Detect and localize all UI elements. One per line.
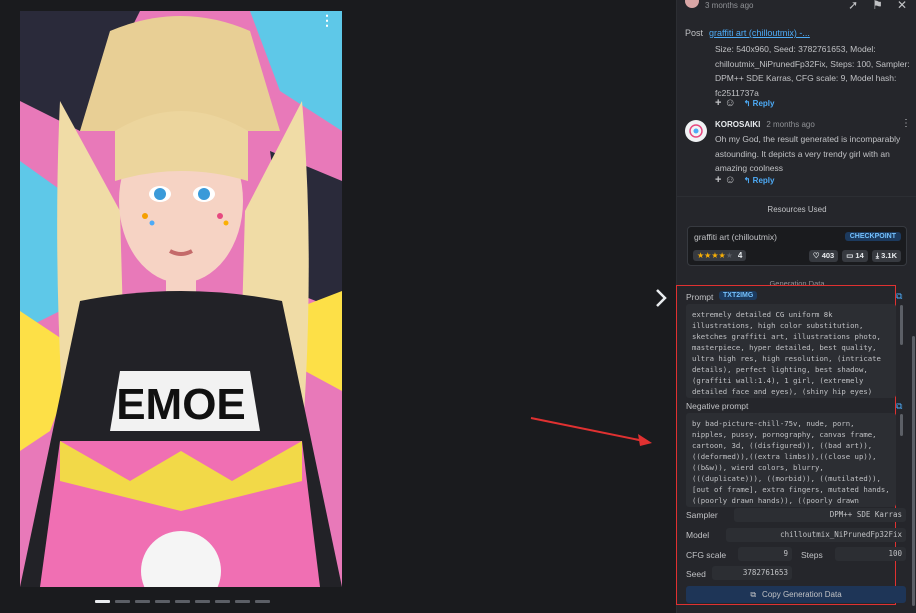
red-annotation-arrow (530, 417, 652, 446)
rating-badge: ★★★★★ 4 (693, 250, 747, 261)
pagination-dot[interactable] (235, 600, 250, 603)
comment-actions: + ☺ ↰ Reply (715, 97, 774, 109)
likes-badge: ♡ 403 (808, 250, 839, 262)
negative-prompt-label: Negative prompt (686, 401, 749, 411)
pagination-dot[interactable] (195, 600, 210, 603)
downloads-badge: ⤓ 3.1K (871, 250, 901, 262)
post-label: Post (685, 28, 704, 38)
txt2img-badge: TXT2IMG (719, 291, 758, 300)
panel-scrollbar[interactable] (912, 336, 915, 606)
post-link[interactable]: graffiti art (chilloutmix) -... (709, 28, 810, 38)
image-viewer: EMOE ⋮ (0, 0, 676, 613)
seed-value: 3782761653 (712, 566, 792, 580)
divider (677, 196, 916, 197)
comment-menu-icon[interactable]: ⋮ (901, 118, 911, 129)
copy-button-label: Copy Generation Data (762, 590, 842, 599)
add-reaction-button[interactable]: + ☺ (715, 97, 736, 109)
resources-title: Resources Used (767, 205, 827, 214)
generated-image[interactable]: EMOE ⋮ (20, 11, 342, 587)
post-time: 3 months ago (705, 1, 754, 10)
copy-negative-icon[interactable]: ⧉ (896, 401, 902, 412)
pagination-dot[interactable] (115, 600, 130, 603)
resource-name[interactable]: graffiti art (chilloutmix) (694, 232, 777, 242)
steps-label: Steps (801, 550, 823, 560)
avatar[interactable] (685, 120, 707, 142)
close-icon[interactable]: ✕ (897, 0, 907, 12)
seed-label: Seed (686, 569, 706, 579)
checkpoint-badge: CHECKPOINT (844, 232, 901, 241)
comment-text: Oh my God, the result generated is incom… (715, 134, 901, 173)
star-rating: ★★★★★ (697, 251, 733, 260)
post-row: Post graffiti art (chilloutmix) -... (685, 28, 810, 38)
copy-prompt-icon[interactable]: ⧉ (896, 291, 902, 302)
prompt-label: Prompt (686, 292, 714, 302)
pagination-dot[interactable] (255, 600, 270, 603)
steps-value: 100 (835, 547, 906, 561)
chevron-right-icon[interactable] (652, 286, 670, 310)
negative-scrollbar[interactable] (900, 414, 903, 436)
copy-icon: ⧉ (750, 589, 757, 599)
pagination-dot[interactable] (215, 600, 230, 603)
comment-author[interactable]: KOROSAIKI (715, 120, 760, 129)
cfg-scale-label: CFG scale (686, 550, 727, 560)
sampler-label: Sampler (686, 510, 718, 520)
prompt-scrollbar[interactable] (900, 305, 903, 345)
svg-text:EMOE: EMOE (116, 380, 246, 429)
comments-badge: ▭ 14 (842, 250, 868, 262)
pagination-dot[interactable] (175, 600, 190, 603)
copy-generation-data-button[interactable]: ⧉ Copy Generation Data (686, 586, 906, 603)
image-menu-icon[interactable]: ⋮ (320, 13, 334, 27)
flag-icon[interactable]: ⚑ (872, 0, 883, 12)
model-value: chilloutmix_NiPrunedFp32Fix (726, 528, 906, 542)
comment-text: Size: 540x960, Seed: 3782761653, Model: … (715, 44, 910, 98)
negative-prompt-text[interactable]: by bad-picture-chill-75v, nude, porn, ni… (686, 413, 896, 507)
pagination-dot[interactable] (135, 600, 150, 603)
sampler-value: DPM++ SDE Karras (734, 508, 906, 522)
panel-topbar: 3 months ago ➚ ⚑ ✕ (677, 0, 916, 18)
cfg-scale-value: 9 (738, 547, 792, 561)
pagination-dot[interactable] (95, 600, 110, 603)
avatar[interactable] (685, 0, 699, 8)
share-icon[interactable]: ➚ (848, 0, 858, 12)
add-reaction-button[interactable]: + ☺ (715, 174, 736, 186)
comment-actions: + ☺ ↰ Reply (715, 174, 774, 186)
model-label: Model (686, 530, 710, 540)
portrait-illustration: EMOE (20, 11, 342, 587)
reply-button[interactable]: ↰ Reply (744, 99, 775, 108)
pagination-dot[interactable] (155, 600, 170, 603)
comment-time: 2 months ago (766, 120, 815, 129)
image-pagination (95, 600, 270, 603)
resource-card[interactable]: graffiti art (chilloutmix) CHECKPOINT ★★… (687, 226, 907, 266)
prompt-text[interactable]: extremely detailed CG uniform 8k illustr… (686, 304, 896, 398)
reply-button[interactable]: ↰ Reply (744, 176, 775, 185)
